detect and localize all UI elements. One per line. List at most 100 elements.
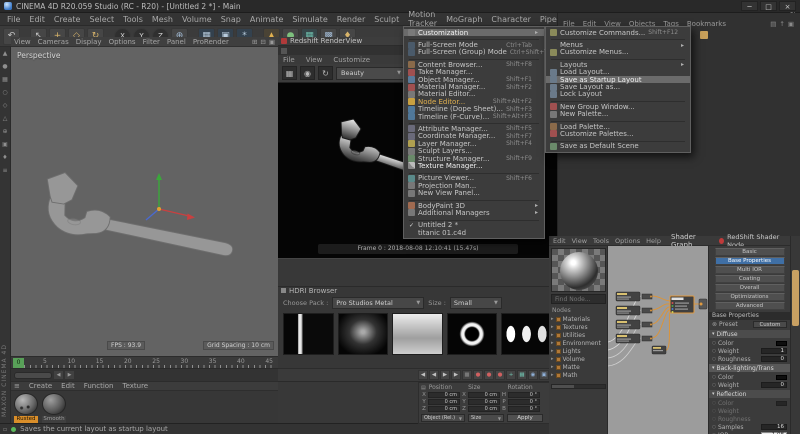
attribute-group-tab[interactable]: Coating	[715, 275, 785, 283]
attribute-row[interactable]: Color	[709, 399, 790, 407]
menu-item[interactable]: Character	[487, 14, 535, 25]
node-category[interactable]: ▸ Volume	[551, 355, 606, 363]
renderview-menu-item[interactable]: File	[283, 56, 295, 64]
attribute-row[interactable]: Weight	[709, 407, 790, 415]
rotation-field[interactable]: 0 °	[508, 406, 540, 412]
window-menu-item[interactable]	[409, 121, 539, 124]
menu-item[interactable]: Tools	[119, 14, 147, 25]
position-field[interactable]: 0 cm	[428, 392, 460, 398]
customization-menu-item[interactable]	[551, 119, 685, 122]
key-rotation-icon[interactable]: ●	[495, 370, 505, 380]
customization-menu-item[interactable]	[551, 37, 685, 40]
play-icon[interactable]: ▶	[440, 370, 450, 380]
viewport-menu-item[interactable]: View	[14, 38, 31, 46]
menu-item[interactable]: Mesh	[148, 14, 177, 25]
material-item[interactable]: Smooth	[42, 393, 68, 423]
window-menu-item[interactable]: Texture Manager...	[404, 162, 544, 169]
material-preview[interactable]	[551, 248, 606, 292]
window-menu-item[interactable]: Timeline (F-Curve)... Shift+Alt+F3	[404, 113, 544, 120]
renderview-menu-item[interactable]: View	[306, 56, 323, 64]
material-menu-item[interactable]: Function	[84, 382, 114, 390]
attribute-row[interactable]: Diffuse	[709, 330, 790, 338]
goto-start-icon[interactable]: ◀	[418, 370, 428, 380]
hdri-thumbnail[interactable]	[338, 313, 389, 355]
preset-dropdown[interactable]: Custom	[753, 321, 787, 328]
single-view-icon[interactable]: ⊞	[252, 38, 257, 46]
polygon-mode-icon[interactable]: △	[3, 116, 8, 122]
node-category[interactable]: ▸ Matte	[551, 363, 606, 371]
stop-icon[interactable]: ■	[462, 370, 472, 380]
workplane-mode-icon[interactable]: ▣	[2, 142, 8, 148]
shader-graph-menu-item[interactable]: View	[572, 237, 587, 245]
customization-menu-item[interactable]: Save as Default Scene	[546, 143, 690, 150]
wrench-model[interactable]	[39, 170, 240, 260]
material-item[interactable]: Rusted	[14, 393, 40, 423]
axis-mode-icon[interactable]: ⊕	[2, 129, 7, 135]
attribute-row[interactable]: Weight 1	[709, 347, 790, 355]
menu-item[interactable]: Volume	[178, 14, 216, 25]
attribute-row[interactable]: Reflection	[709, 390, 790, 398]
panel-side-tab[interactable]	[792, 270, 799, 326]
shader-graph-menu-item[interactable]: Options	[615, 237, 640, 245]
maximize-button[interactable]: □	[760, 1, 777, 11]
pack-dropdown[interactable]: Pro Studios Metal▼	[332, 297, 424, 309]
window-menu-item[interactable]	[409, 198, 539, 201]
find-node-input[interactable]	[551, 294, 606, 304]
attribute-row[interactable]: Samples 16	[709, 423, 790, 431]
color-swatch[interactable]	[776, 341, 787, 346]
viewport-menu-item[interactable]: Panel	[167, 38, 186, 46]
om-filter-icon[interactable]: ▤	[770, 20, 776, 28]
attribute-group-tab[interactable]: Advanced	[715, 302, 785, 310]
object-manager-menu-item[interactable]: Bookmarks	[687, 20, 726, 28]
timeline-ruler[interactable]: 51015202530354045 0	[11, 356, 278, 368]
attribute-row[interactable]: Back-lighting/Trans	[709, 364, 790, 372]
value-field[interactable]: 0	[761, 382, 787, 389]
close-button[interactable]: ×	[779, 1, 796, 11]
render-pass-dropdown[interactable]: Beauty▼	[336, 67, 406, 80]
node-graph-canvas[interactable]	[608, 246, 708, 434]
autokey-icon[interactable]: ◉	[528, 370, 538, 380]
value-field[interactable]: 16	[761, 424, 787, 431]
scrollbar-thumb[interactable]	[14, 372, 52, 379]
sidebar-scrollbar[interactable]	[551, 384, 606, 389]
window-menu-item[interactable]: Additional Managers ▸	[404, 209, 544, 216]
menu-item[interactable]: Animate	[246, 14, 288, 25]
window-menu-item[interactable]	[409, 57, 539, 60]
attribute-row[interactable]: Roughness	[709, 415, 790, 423]
scroll-left-button[interactable]: ◀	[54, 371, 63, 379]
customization-menu-item[interactable]: Customize Palettes...	[546, 130, 690, 137]
menu-item[interactable]: File	[3, 14, 24, 25]
color-swatch[interactable]	[776, 375, 787, 380]
size-dropdown[interactable]: Small▼	[450, 297, 502, 309]
shader-graph-menu-item[interactable]: Edit	[553, 237, 566, 245]
node-category[interactable]: ▸ Textures	[551, 323, 606, 331]
node-category[interactable]: ▸ Utilities	[551, 331, 606, 339]
menu-item[interactable]: Snap	[217, 14, 245, 25]
menu-item[interactable]: Create	[50, 14, 85, 25]
panel-tab-icon[interactable]	[281, 48, 287, 54]
window-menu-item[interactable]: New View Panel...	[404, 189, 544, 196]
size-mode-dropdown[interactable]: Size▼	[468, 414, 504, 422]
model-mode-icon[interactable]: ●	[2, 64, 7, 70]
record-icon[interactable]: ●	[473, 370, 483, 380]
snap-icon[interactable]: ♦	[2, 155, 7, 161]
shader-graph-menu-item[interactable]: Help	[646, 237, 661, 245]
point-mode-icon[interactable]: ○	[2, 90, 7, 96]
window-menu-item[interactable]: Customization ▸	[404, 29, 544, 36]
rotation-field[interactable]: 0 °	[508, 399, 540, 405]
menu-item[interactable]: Edit	[25, 14, 49, 25]
hdri-browser-title[interactable]: HDRI Browser	[278, 286, 557, 295]
menu-item[interactable]: Sculpt	[370, 14, 403, 25]
customization-menu-item[interactable]	[551, 99, 685, 102]
viewport-menu-item[interactable]: Options	[109, 38, 136, 46]
shader-graph-menu-item[interactable]: Tools	[593, 237, 609, 245]
reset-icon[interactable]: ⊗	[712, 321, 717, 328]
object-item-icon[interactable]	[700, 31, 708, 39]
customization-menu-item[interactable]: New Palette...	[546, 111, 690, 118]
attribute-row[interactable]: Color	[709, 339, 790, 347]
hdri-thumbnail[interactable]	[501, 313, 552, 355]
hdri-thumbnail[interactable]	[447, 313, 498, 355]
split-view-icon[interactable]: ⊟	[260, 38, 265, 46]
material-node[interactable]	[670, 296, 694, 313]
node-category[interactable]: ▸ Environment	[551, 339, 606, 347]
